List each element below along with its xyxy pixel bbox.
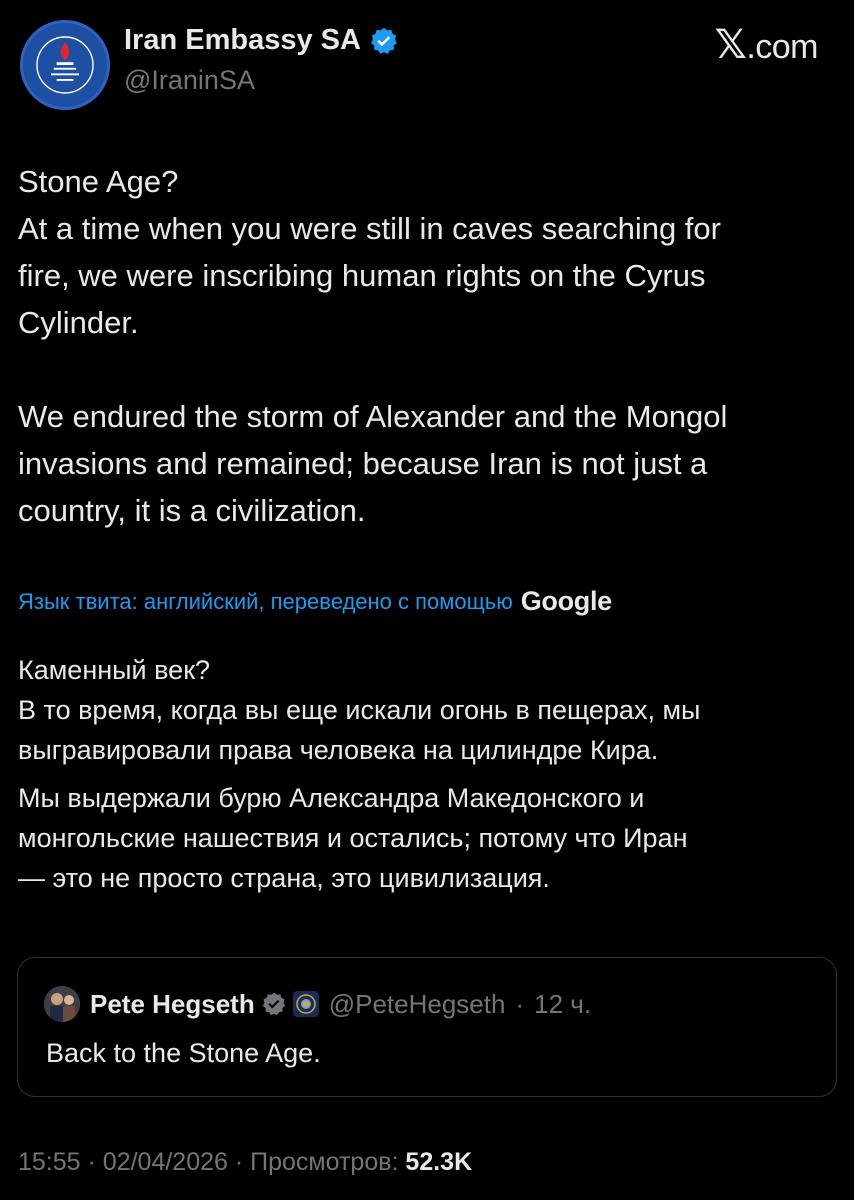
tweet-line: invasions and remained; because Iran is … (18, 446, 708, 481)
account-avatar[interactable] (20, 20, 110, 110)
tweet-metadata: 15:55 · 02/04/2026 · Просмотров: 52.3K (18, 1148, 472, 1177)
x-com-logo: 𝕏.com (714, 22, 819, 68)
quoted-handle[interactable]: @PeteHegseth (329, 989, 506, 1020)
quoted-tweet-header: Pete Hegseth @PeteHegseth · 12 ч. (44, 986, 591, 1022)
dod-seal-icon (292, 991, 319, 1017)
tweet-line: Stone Age? (18, 164, 179, 199)
quoted-tweet[interactable]: Pete Hegseth @PeteHegseth · 12 ч. Back t… (17, 957, 837, 1097)
translated-body: Каменный век? В то время, когда вы еще и… (18, 650, 833, 898)
meta-separator: · (234, 1148, 244, 1176)
translated-line: В то время, когда вы еще искали огонь в … (18, 695, 701, 725)
x-com-suffix: .com (746, 28, 818, 66)
translated-line: Каменный век? (18, 655, 211, 685)
verified-badge-icon[interactable] (369, 26, 399, 56)
x-logo-icon: 𝕏 (714, 22, 747, 68)
account-handle[interactable]: @IraninSA (124, 65, 399, 96)
translated-line: Мы выдержали бурю Александра Македонског… (18, 783, 645, 813)
translated-line: — это не просто страна, это цивилизация. (18, 863, 550, 893)
translated-line: монгольские нашествия и остались; потому… (18, 823, 688, 853)
tweet-date[interactable]: 02/04/2026 (103, 1148, 228, 1176)
tweet-line: fire, we were inscribing human rights on… (18, 258, 706, 293)
views-label: Просмотров: (250, 1148, 399, 1176)
tweet-time[interactable]: 15:55 (18, 1148, 81, 1176)
tweet-body: Stone Age? At a time when you were still… (18, 158, 833, 534)
google-logo: Google (520, 586, 613, 616)
tweet-line: country, it is a civilization. (18, 493, 366, 528)
quoted-timestamp[interactable]: 12 ч. (534, 989, 591, 1020)
translated-line: выгравировали права человека на цилиндре… (18, 735, 659, 765)
quoted-separator: · (515, 988, 525, 1019)
quoted-display-name[interactable]: Pete Hegseth (90, 989, 255, 1020)
display-name-row[interactable]: Iran Embassy SA (124, 24, 399, 57)
meta-separator: · (87, 1148, 96, 1176)
tweet-header: Iran Embassy SA @IraninSA 𝕏.com (20, 20, 818, 110)
account-name-block: Iran Embassy SA @IraninSA (124, 24, 399, 96)
translation-notice-text[interactable]: Язык твита: английский, переведено с пом… (18, 589, 513, 615)
quoted-avatar[interactable] (44, 986, 80, 1022)
views-count: 52.3K (405, 1148, 473, 1176)
display-name[interactable]: Iran Embassy SA (124, 24, 361, 57)
tweet-line: At a time when you were still in caves s… (18, 211, 721, 246)
quoted-tweet-text: Back to the Stone Age. (46, 1038, 321, 1068)
person-avatar-icon (44, 986, 80, 1022)
tweet-line: Cylinder. (18, 305, 139, 340)
embassy-emblem-icon (27, 27, 103, 103)
translation-notice[interactable]: Язык твита: английский, переведено с пом… (18, 586, 833, 617)
tweet-line: We endured the storm of Alexander and th… (18, 399, 728, 434)
verified-badge-icon[interactable] (261, 991, 287, 1017)
